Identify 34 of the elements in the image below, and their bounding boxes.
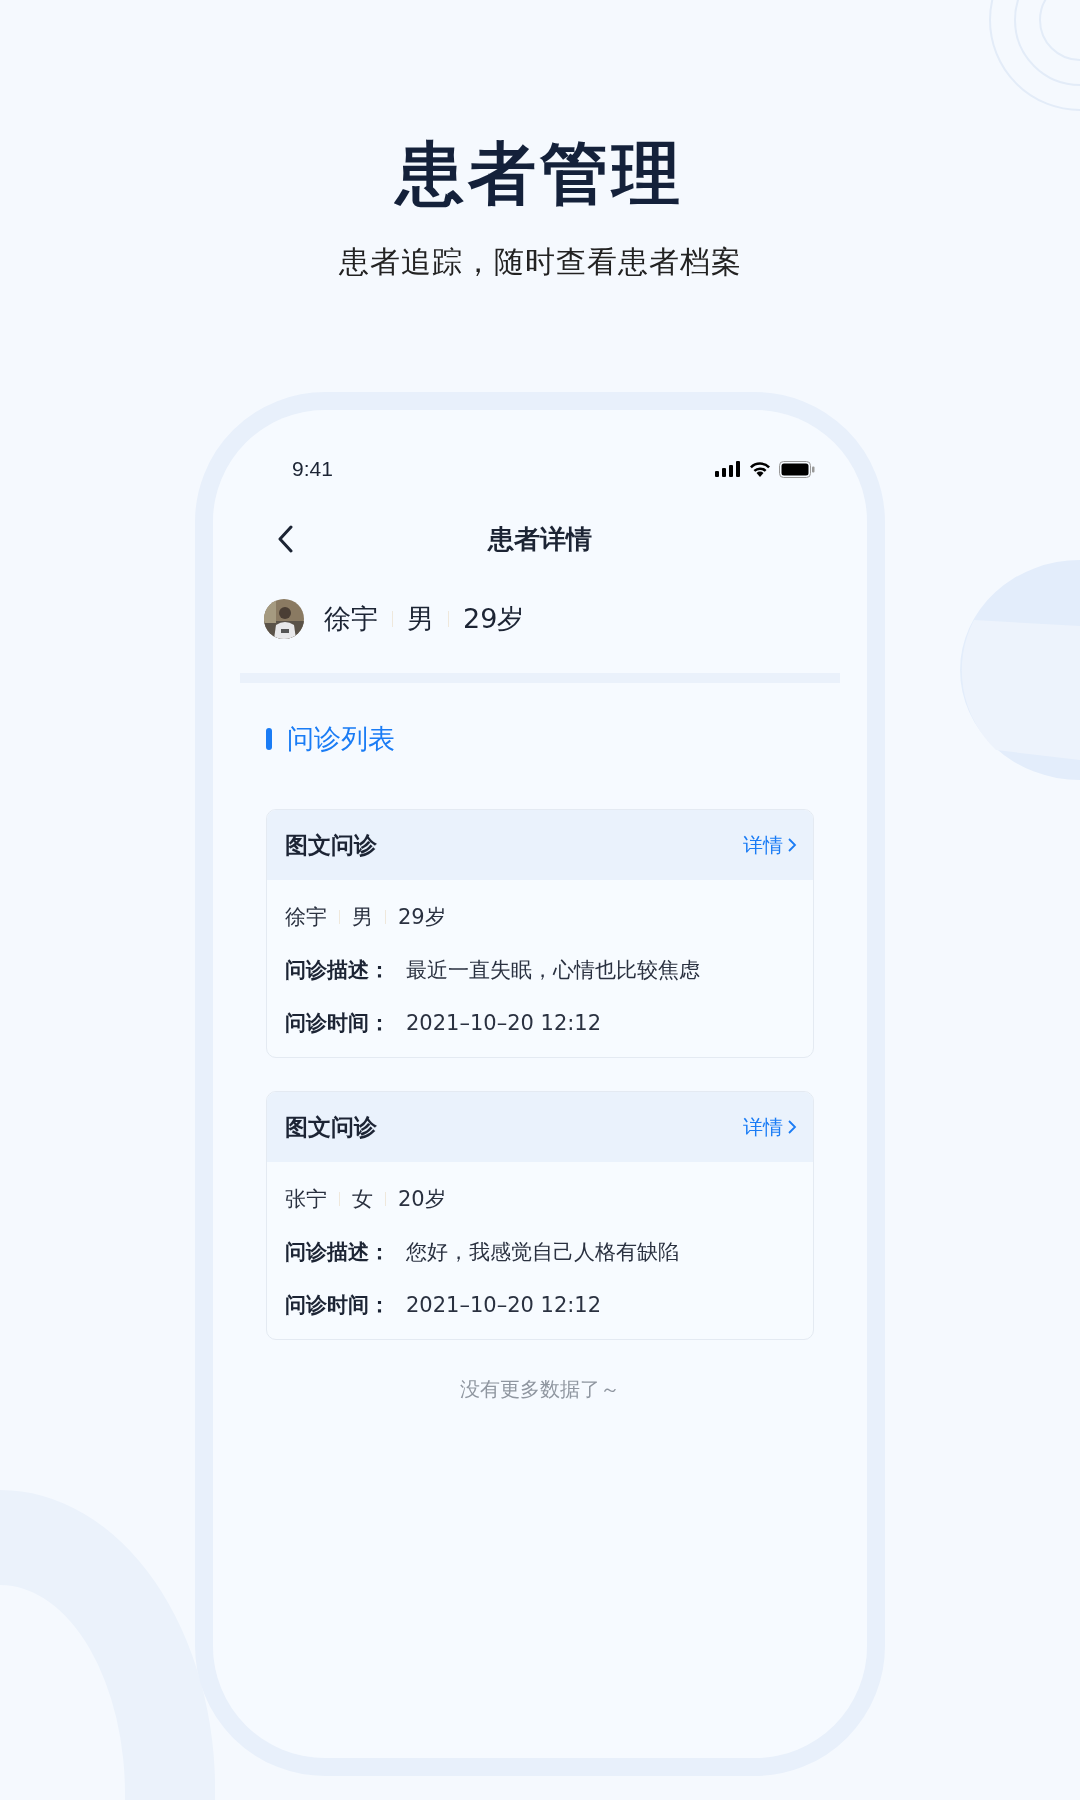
time-text: 2021–10–20 12:12 bbox=[406, 1292, 602, 1317]
consultation-type: 图文问诊 bbox=[285, 1112, 377, 1142]
field-label: 问诊时间： bbox=[285, 1291, 390, 1319]
page-subtitle: 患者追踪，随时查看患者档案 bbox=[338, 243, 742, 281]
status-time: 9:41 bbox=[292, 457, 333, 481]
page-title: 患者管理 bbox=[396, 133, 684, 215]
field-label: 问诊描述： bbox=[285, 1238, 390, 1266]
patient-age: 29岁 bbox=[398, 903, 446, 931]
patient-gender: 女 bbox=[352, 1185, 373, 1213]
battery-icon bbox=[779, 460, 815, 478]
wifi-icon bbox=[749, 461, 771, 477]
back-icon[interactable] bbox=[277, 525, 293, 553]
patient-gender: 男 bbox=[407, 602, 434, 636]
field-label: 问诊时间： bbox=[285, 1009, 390, 1037]
description-text: 您好，我感觉自己人格有缺陷 bbox=[406, 1238, 679, 1266]
detail-link[interactable]: 详情 bbox=[743, 831, 797, 859]
patient-age: 29岁 bbox=[463, 602, 525, 636]
end-of-list-text: 没有更多数据了～ bbox=[459, 1376, 621, 1403]
section-title: 问诊列表 bbox=[287, 722, 395, 756]
detail-link[interactable]: 详情 bbox=[743, 1113, 797, 1141]
patient-gender: 男 bbox=[352, 903, 373, 931]
patient-name: 徐宇 bbox=[324, 602, 378, 636]
field-label: 问诊描述： bbox=[285, 956, 390, 984]
chevron-icon bbox=[787, 1119, 797, 1135]
consultation-type: 图文问诊 bbox=[285, 830, 377, 860]
screen-title: 患者详情 bbox=[488, 522, 592, 556]
patient-name: 徐宇 bbox=[285, 903, 327, 931]
patient-age: 20岁 bbox=[398, 1185, 446, 1213]
signal-icon bbox=[715, 461, 741, 477]
patient-name: 张宁 bbox=[285, 1185, 327, 1213]
description-text: 最近一直失眠，心情也比较焦虑 bbox=[406, 956, 700, 984]
time-text: 2021–10–20 12:12 bbox=[406, 1010, 602, 1035]
chevron-icon bbox=[787, 837, 797, 853]
accent-bar bbox=[266, 728, 272, 750]
